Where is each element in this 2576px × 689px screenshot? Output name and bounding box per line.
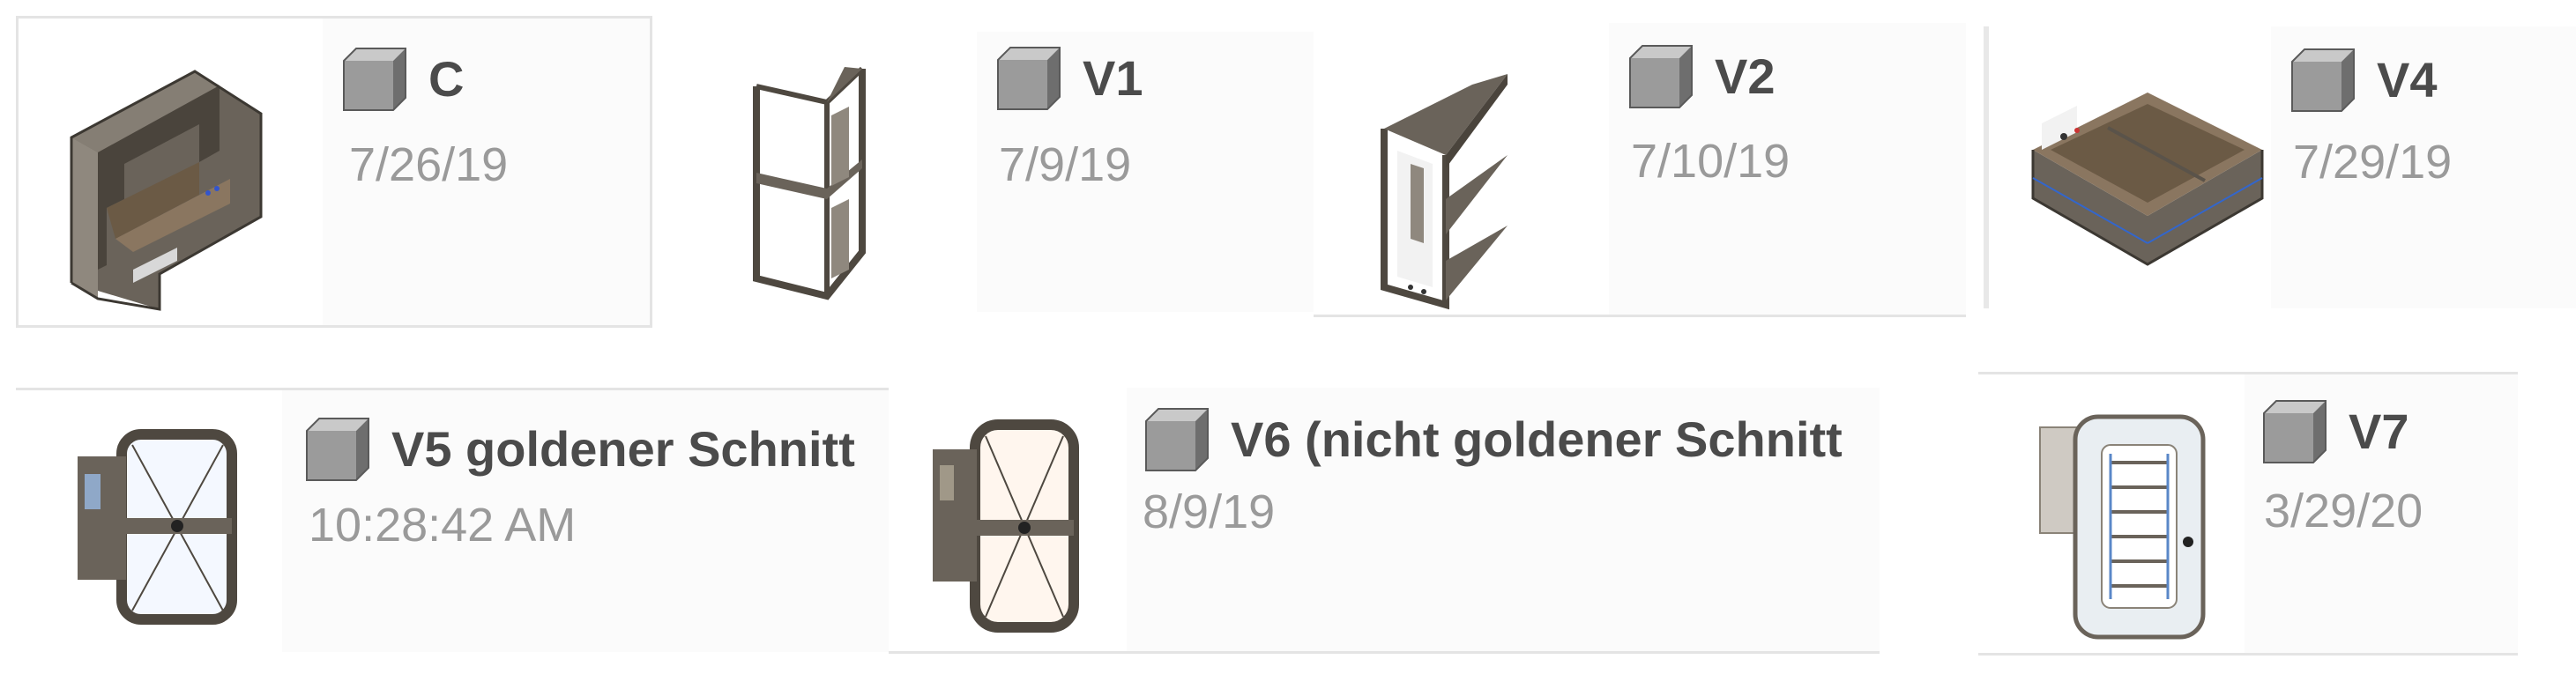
design-info: V5 goldener Schnitt 10:28:42 AM xyxy=(282,390,889,652)
design-thumbnail[interactable] xyxy=(19,19,323,325)
design-card-v5[interactable]: V5 goldener Schnitt 10:28:42 AM xyxy=(16,388,889,652)
design-title: V5 goldener Schnitt xyxy=(303,415,855,482)
design-date: 8/9/19 xyxy=(1143,485,1276,538)
design-title: V4 xyxy=(2289,46,2438,113)
design-info: V1 7/9/19 xyxy=(977,32,1314,312)
design-name: V4 xyxy=(2377,51,2438,107)
design-info: V4 7/29/19 xyxy=(2271,26,2576,308)
design-thumbnail[interactable] xyxy=(1989,26,2271,308)
3d-model-cube-icon xyxy=(994,44,1063,111)
design-card-v2[interactable]: V2 7/10/19 xyxy=(1314,23,1966,317)
3d-model-cube-icon xyxy=(2260,397,2329,464)
design-name: V7 xyxy=(2349,403,2409,459)
v6-model-thumbnail xyxy=(933,419,1079,633)
v5-model-thumbnail xyxy=(78,429,237,625)
design-thumbnail[interactable] xyxy=(16,390,282,652)
design-card-v1[interactable]: V1 7/9/19 xyxy=(686,32,1314,312)
design-date: 10:28:42 AM xyxy=(309,499,577,552)
design-thumbnail[interactable] xyxy=(1314,23,1609,315)
design-date: 7/10/19 xyxy=(1631,135,1791,188)
design-thumbnail[interactable] xyxy=(686,32,977,312)
c-model-thumbnail xyxy=(70,70,263,311)
v4-model-thumbnail xyxy=(2031,93,2264,266)
design-date: 3/29/20 xyxy=(2264,485,2423,537)
3d-model-cube-icon xyxy=(2289,46,2357,113)
design-title: V6 (nicht goldener Schnitt xyxy=(1143,405,1843,472)
design-thumbnail[interactable] xyxy=(889,388,1127,651)
design-date: 7/26/19 xyxy=(349,138,509,191)
design-info: V2 7/10/19 xyxy=(1609,23,1966,315)
design-title: C xyxy=(340,45,464,112)
design-title: V1 xyxy=(994,44,1143,111)
design-card-v7[interactable]: V7 3/29/20 xyxy=(1978,372,2518,656)
3d-model-cube-icon xyxy=(340,45,409,112)
3d-model-cube-icon xyxy=(303,415,372,482)
v7-model-thumbnail xyxy=(2039,414,2206,640)
design-name: V1 xyxy=(1083,49,1143,106)
design-thumbnail[interactable] xyxy=(1978,374,2245,653)
v1-model-thumbnail xyxy=(753,66,866,300)
design-name: V6 (nicht goldener Schnitt xyxy=(1231,411,1843,467)
design-title: V7 xyxy=(2260,397,2409,464)
3d-model-cube-icon xyxy=(1627,42,1695,109)
v2-model-thumbnail xyxy=(1381,74,1508,310)
design-name: V2 xyxy=(1715,48,1776,104)
design-name: V5 goldener Schnitt xyxy=(391,420,855,477)
design-date: 7/29/19 xyxy=(2293,136,2453,189)
design-name: C xyxy=(428,50,465,107)
design-info: V7 3/29/20 xyxy=(2245,374,2518,653)
design-card-v4[interactable]: V4 7/29/19 xyxy=(1984,26,2576,308)
design-title: V2 xyxy=(1627,42,1776,109)
design-card-v6[interactable]: V6 (nicht goldener Schnitt 8/9/19 xyxy=(889,388,1880,654)
design-card-c[interactable]: C 7/26/19 xyxy=(16,16,652,328)
design-info: V6 (nicht goldener Schnitt 8/9/19 xyxy=(1127,388,1880,651)
design-date: 7/9/19 xyxy=(999,138,1132,191)
design-info: C 7/26/19 xyxy=(323,19,650,325)
3d-model-cube-icon xyxy=(1143,405,1211,472)
